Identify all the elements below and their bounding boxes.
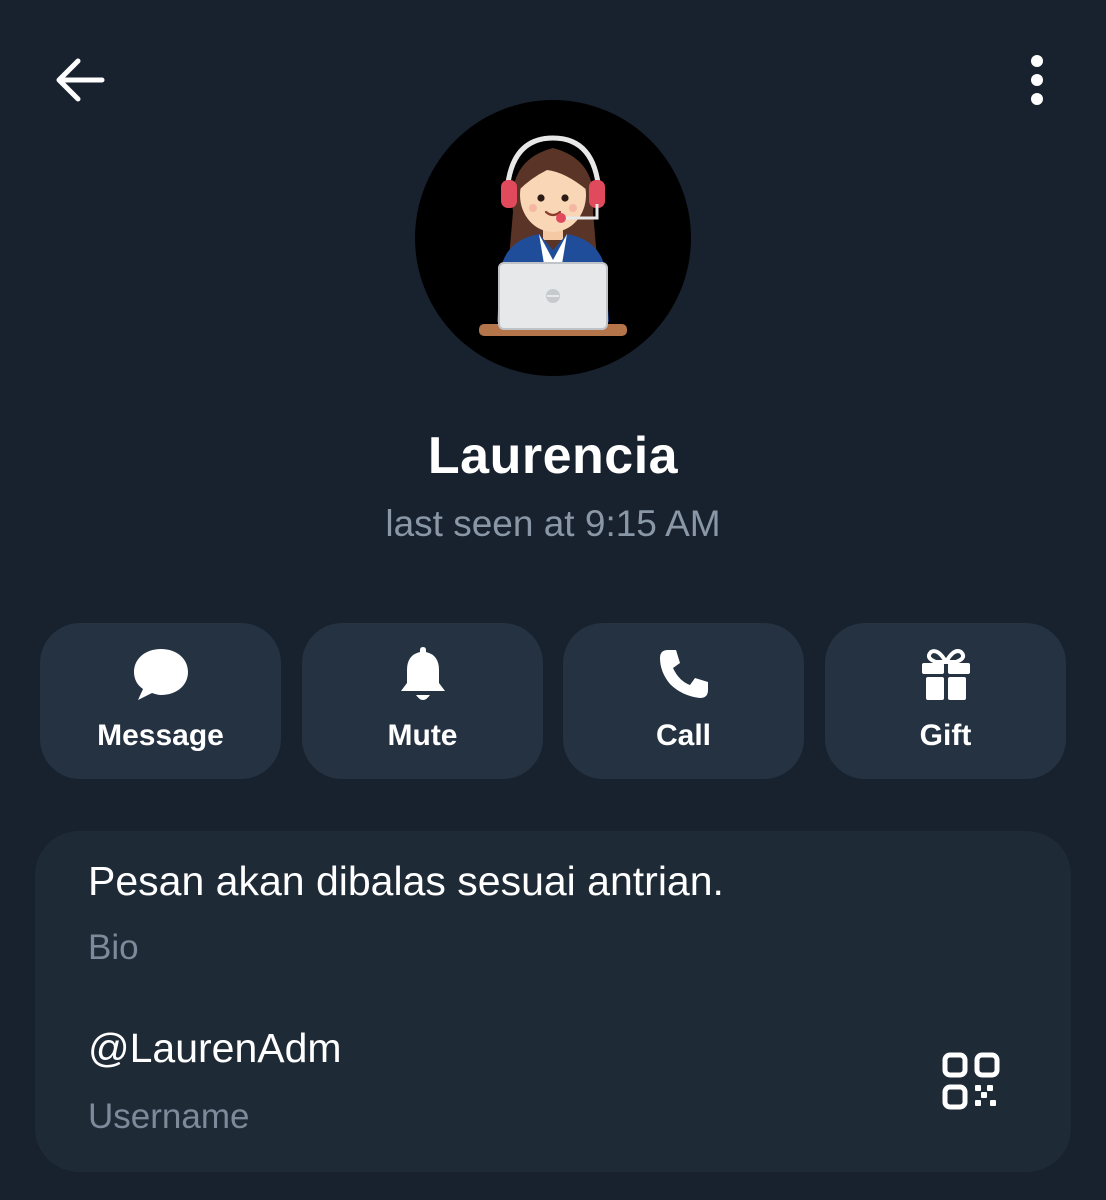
action-bar: Message Mute Call Gift [40, 623, 1066, 779]
gift-label: Gift [919, 719, 972, 752]
gift-icon [920, 646, 972, 707]
mute-button[interactable]: Mute [302, 623, 543, 779]
call-label: Call [655, 719, 712, 752]
back-button[interactable] [44, 46, 116, 118]
more-options-button[interactable] [1004, 46, 1070, 118]
chat-bubble-icon [132, 646, 190, 707]
avatar[interactable] [415, 100, 691, 376]
message-button[interactable]: Message [40, 623, 281, 779]
profile-name: Laurencia [427, 427, 679, 485]
qr-code-icon [942, 1052, 1000, 1115]
message-label: Message [97, 719, 224, 752]
bell-icon [399, 645, 447, 708]
mute-label: Mute [387, 719, 458, 752]
username-label: Username [88, 1097, 250, 1136]
qr-code-button[interactable] [931, 1043, 1011, 1123]
more-vertical-icon [1030, 54, 1044, 111]
bio-label: Bio [88, 928, 139, 967]
arrow-left-icon [54, 57, 106, 108]
info-card: Pesan akan dibalas sesuai antrian. Bio @… [35, 831, 1071, 1172]
last-seen-status: last seen at 9:15 AM [385, 503, 721, 544]
username-text: @LaurenAdm [88, 1025, 342, 1071]
phone-icon [656, 646, 712, 707]
bio-row[interactable]: Pesan akan dibalas sesuai antrian. Bio [35, 831, 1071, 991]
gift-button[interactable]: Gift [825, 623, 1066, 779]
call-button[interactable]: Call [563, 623, 804, 779]
username-row[interactable]: @LaurenAdm Username [35, 1001, 1071, 1172]
bio-text: Pesan akan dibalas sesuai antrian. [88, 858, 724, 904]
